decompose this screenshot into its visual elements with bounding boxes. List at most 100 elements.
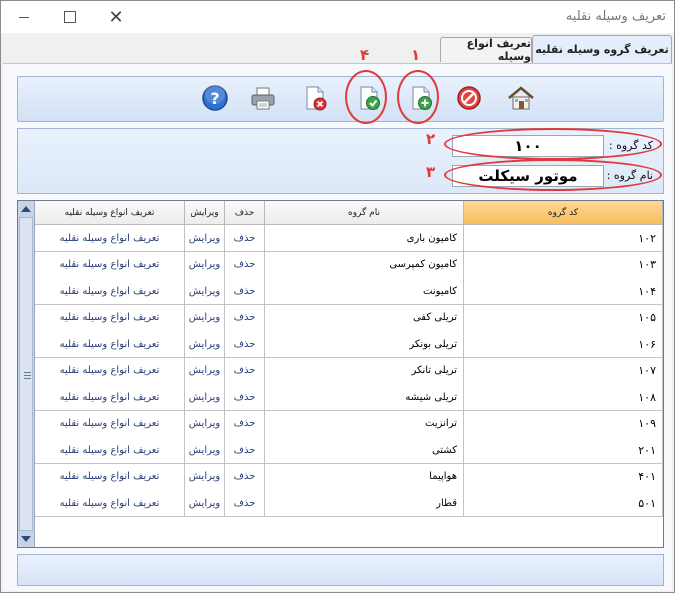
- group-form-panel: کد گروه : ۱۰۰ نام گروه : موتور سیکلت: [17, 128, 664, 194]
- main-content: ? کد گروه: ۱۰۰ نام گروه: موتور سیکلت ت…: [3, 63, 672, 591]
- edit-link[interactable]: ویرایش: [185, 225, 225, 252]
- name-label: نام گروه :: [606, 169, 653, 182]
- column-header-delete[interactable]: حذف: [225, 201, 265, 225]
- save-button[interactable]: [354, 83, 384, 113]
- home-button[interactable]: [506, 83, 536, 113]
- delete-link[interactable]: حذف: [225, 437, 265, 464]
- vertical-scrollbar[interactable]: [18, 201, 35, 547]
- tab-vehicle-types[interactable]: تعریف انواع وسیله: [440, 37, 532, 63]
- edit-link[interactable]: ویرایش: [185, 384, 225, 411]
- group-code-cell: ۵۰۱: [464, 490, 663, 517]
- define-types-link[interactable]: تعریف انواع وسیله نقلیه: [35, 463, 185, 491]
- groups-table: تعریف انواع وسیله نقلیه ویرایش حذف نام گ…: [17, 200, 664, 548]
- maximize-button[interactable]: [47, 1, 93, 33]
- help-icon: ?: [202, 84, 228, 111]
- group-name-cell: قطار: [265, 490, 464, 517]
- define-types-link[interactable]: تعریف انواع وسیله نقلیه: [35, 251, 185, 279]
- group-name-field[interactable]: موتور سیکلت: [452, 165, 604, 187]
- status-bar: [17, 554, 664, 586]
- edit-link[interactable]: ویرایش: [185, 251, 225, 279]
- home-icon: [508, 86, 534, 110]
- group-code-cell: ۱۰۲: [464, 225, 663, 252]
- group-name-cell: کامیون کمپرسی: [265, 251, 464, 279]
- maximize-icon: [64, 11, 76, 23]
- edit-link[interactable]: ویرایش: [185, 463, 225, 491]
- delete-link[interactable]: حذف: [225, 331, 265, 358]
- group-name-cell: کامیونت: [265, 278, 464, 305]
- group-code-cell: ۱۰۳: [464, 251, 663, 279]
- edit-link[interactable]: ویرایش: [185, 278, 225, 305]
- grip-line: [24, 375, 31, 376]
- define-types-link[interactable]: تعریف انواع وسیله نقلیه: [35, 357, 185, 385]
- delete-link[interactable]: حذف: [225, 278, 265, 305]
- scroll-down-icon[interactable]: [21, 536, 31, 542]
- define-types-link[interactable]: تعریف انواع وسیله نقلیه: [35, 225, 185, 252]
- edit-link[interactable]: ویرایش: [185, 410, 225, 438]
- group-name-cell: تریلی تانکر: [265, 357, 464, 385]
- define-types-link[interactable]: تعریف انواع وسیله نقلیه: [35, 304, 185, 332]
- group-code-cell: ۱۰۴: [464, 278, 663, 305]
- delete-link[interactable]: حذف: [225, 384, 265, 411]
- delete-document-icon: [306, 86, 327, 111]
- column-header-group-name[interactable]: نام گروه: [265, 201, 464, 225]
- column-header-edit[interactable]: ویرایش: [185, 201, 225, 225]
- svg-text:?: ?: [210, 89, 219, 108]
- group-code-cell: ۲۰۱: [464, 437, 663, 464]
- close-icon: ✕: [108, 6, 124, 28]
- edit-link[interactable]: ویرایش: [185, 304, 225, 332]
- annotation-number-1: ۱: [411, 46, 421, 64]
- minimize-button[interactable]: [1, 1, 47, 33]
- save-document-icon: [360, 86, 380, 110]
- column-header-group-code[interactable]: کد گروه: [464, 201, 663, 225]
- define-types-link[interactable]: تعریف انواع وسیله نقلیه: [35, 490, 185, 517]
- print-button[interactable]: [248, 83, 278, 113]
- edit-link[interactable]: ویرایش: [185, 357, 225, 385]
- group-code-field[interactable]: ۱۰۰: [452, 135, 604, 157]
- define-types-link[interactable]: تعریف انواع وسیله نقلیه: [35, 410, 185, 438]
- group-name-cell: کشتی: [265, 437, 464, 464]
- annotation-number-3: ۳: [426, 163, 436, 181]
- minimize-icon: [19, 16, 29, 18]
- title-bar: ✕ تعریف وسیله نقلیه: [1, 1, 674, 33]
- define-types-link[interactable]: تعریف انواع وسیله نقلیه: [35, 278, 185, 305]
- grip-line: [24, 372, 31, 373]
- grip-line: [24, 378, 31, 379]
- edit-link[interactable]: ویرایش: [185, 331, 225, 358]
- delete-link[interactable]: حذف: [225, 357, 265, 385]
- group-name-cell: کامیون باری: [265, 225, 464, 252]
- delete-button[interactable]: [300, 83, 330, 113]
- column-header-define-types[interactable]: تعریف انواع وسیله نقلیه: [35, 201, 185, 225]
- group-name-cell: هواپیما: [265, 463, 464, 491]
- delete-link[interactable]: حذف: [225, 463, 265, 491]
- cancel-button[interactable]: [454, 83, 484, 113]
- group-code-cell: ۱۰۷: [464, 357, 663, 385]
- group-code-cell: ۴۰۱: [464, 463, 663, 491]
- close-button[interactable]: ✕: [93, 1, 139, 33]
- app-window: ✕ تعریف وسیله نقلیه تعریف گروه وسیله نقل…: [0, 0, 675, 593]
- scroll-thumb[interactable]: [19, 217, 33, 531]
- delete-link[interactable]: حذف: [225, 490, 265, 517]
- scroll-up-icon[interactable]: [21, 206, 31, 212]
- delete-link[interactable]: حذف: [225, 225, 265, 252]
- annotation-number-2: ۲: [426, 130, 436, 148]
- delete-link[interactable]: حذف: [225, 410, 265, 438]
- delete-link[interactable]: حذف: [225, 304, 265, 332]
- define-types-link[interactable]: تعریف انواع وسیله نقلیه: [35, 331, 185, 358]
- define-types-link[interactable]: تعریف انواع وسیله نقلیه: [35, 437, 185, 464]
- define-types-link[interactable]: تعریف انواع وسیله نقلیه: [35, 384, 185, 411]
- new-button[interactable]: [406, 83, 436, 113]
- help-button[interactable]: ?: [200, 83, 230, 113]
- toolbar: ?: [17, 76, 664, 122]
- delete-link[interactable]: حذف: [225, 251, 265, 279]
- group-name-cell: تریلی کفی: [265, 304, 464, 332]
- group-name-cell: تریلی بونکر: [265, 331, 464, 358]
- edit-link[interactable]: ویرایش: [185, 490, 225, 517]
- tab-vehicle-group[interactable]: تعریف گروه وسیله نقلیه: [532, 35, 672, 63]
- tab-strip: تعریف گروه وسیله نقلیه تعریف انواع وسیله: [1, 33, 674, 83]
- edit-link[interactable]: ویرایش: [185, 437, 225, 464]
- group-code-cell: ۱۰۹: [464, 410, 663, 438]
- group-code-cell: ۱۰۸: [464, 384, 663, 411]
- group-code-cell: ۱۰۶: [464, 331, 663, 358]
- no-entry-icon: [457, 86, 481, 110]
- code-label: کد گروه :: [608, 139, 653, 152]
